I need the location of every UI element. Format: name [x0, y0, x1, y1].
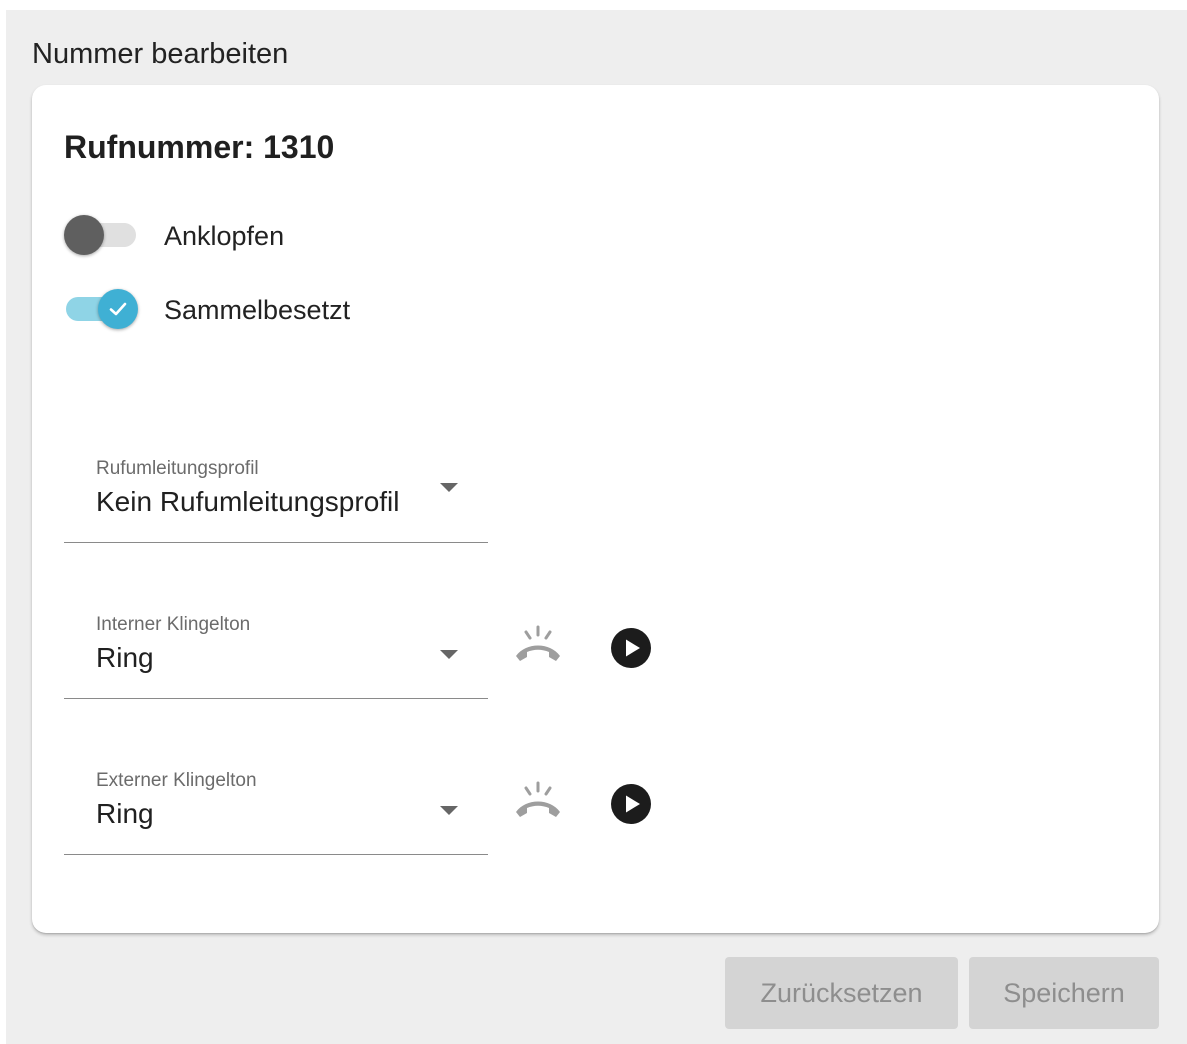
- internal-ringtone-label: Interner Klingelton: [96, 614, 251, 635]
- chevron-down-icon: [440, 483, 458, 492]
- save-button[interactable]: Speichern: [969, 957, 1159, 1029]
- chevron-down-icon: [440, 806, 458, 815]
- ringing-phone-icon[interactable]: [512, 625, 564, 670]
- card-title: Rufnummer: 1310: [64, 129, 335, 165]
- check-icon: [109, 302, 127, 316]
- chevron-down-icon: [440, 650, 458, 659]
- internal-ringtone-value: Ring: [96, 642, 154, 673]
- reset-button[interactable]: Zurücksetzen: [725, 957, 958, 1029]
- forward-profile-select[interactable]: Rufumleitungsprofil Kein Rufumleitungspr…: [64, 452, 488, 543]
- page-title: Nummer bearbeiten: [32, 38, 289, 70]
- play-circle-icon[interactable]: [610, 783, 652, 830]
- external-ringtone-value: Ring: [96, 798, 154, 829]
- call-waiting-toggle[interactable]: [64, 214, 138, 258]
- external-ringtone-select[interactable]: Externer Klingelton Ring: [64, 764, 488, 855]
- play-circle-icon[interactable]: [610, 627, 652, 674]
- forward-profile-label: Rufumleitungsprofil: [96, 458, 259, 479]
- toggle-thumb: [64, 215, 104, 255]
- ringing-phone-icon[interactable]: [512, 781, 564, 826]
- forward-profile-value: Kein Rufumleitungsprofil: [96, 486, 400, 517]
- toggle-thumb: [98, 289, 138, 329]
- external-ringtone-label: Externer Klingelton: [96, 770, 257, 791]
- edit-number-card: Rufnummer: 1310 Anklopfen Sammelbesetzt: [32, 85, 1159, 933]
- group-busy-label: Sammelbesetzt: [164, 295, 351, 325]
- internal-ringtone-select[interactable]: Interner Klingelton Ring: [64, 608, 488, 699]
- group-busy-toggle[interactable]: [64, 288, 138, 332]
- call-waiting-label: Anklopfen: [164, 221, 285, 251]
- page-background: Nummer bearbeiten Rufnummer: 1310 Anklop…: [6, 10, 1187, 1044]
